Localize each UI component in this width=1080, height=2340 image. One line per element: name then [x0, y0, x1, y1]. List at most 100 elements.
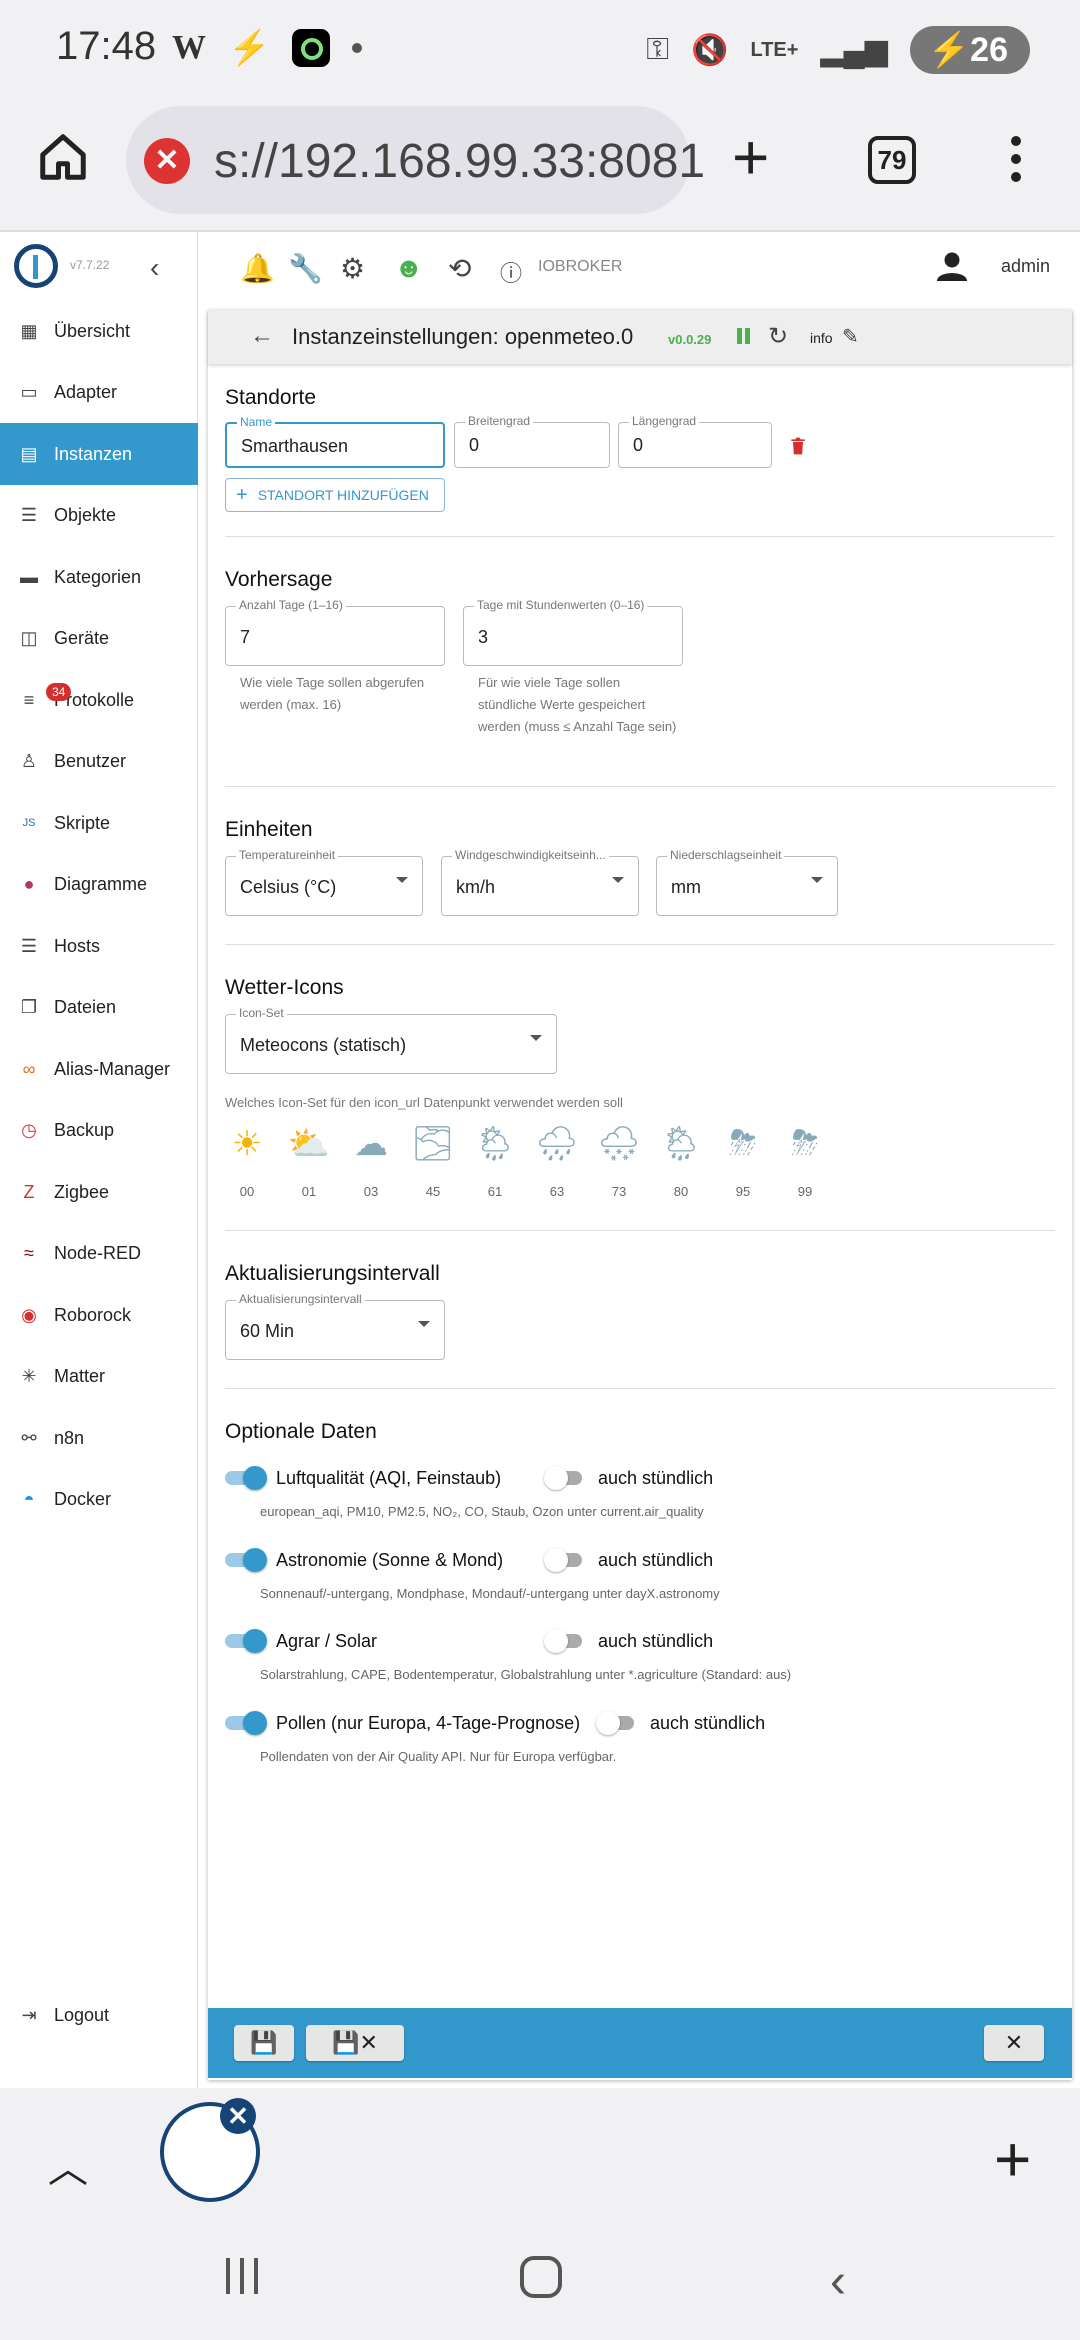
pause-icon[interactable]	[736, 328, 752, 346]
sidebar-item-benutzer[interactable]: ♙ Benutzer	[0, 731, 198, 793]
enable-toggle[interactable]	[225, 1629, 267, 1653]
delete-location-icon[interactable]	[788, 434, 808, 458]
precipitation-unit-select[interactable]: Niederschlagseinheit mm	[656, 848, 838, 916]
sidebar-item-hosts[interactable]: ☰ Hosts	[0, 915, 198, 977]
sidebar-item-übersicht[interactable]: ▦ Übersicht	[0, 300, 198, 362]
home-nav-icon[interactable]	[520, 2256, 562, 2298]
sidebar-item-instanzen[interactable]: ▤ Instanzen	[0, 423, 198, 485]
latitude-field[interactable]: Breitengrad 0	[454, 414, 610, 468]
hourly-toggle[interactable]	[544, 1629, 586, 1653]
back-arrow-icon[interactable]: ←	[250, 322, 274, 350]
sidebar-item-roborock[interactable]: ◉ Roborock	[0, 1284, 198, 1346]
reload-icon[interactable]: ↻	[768, 322, 788, 351]
wrench-icon[interactable]: 🔧	[288, 252, 323, 285]
info-link[interactable]: info	[810, 330, 833, 346]
section-locations-title: Standorte	[225, 386, 317, 409]
nodered-icon: ≈	[24, 1243, 34, 1263]
add-location-button[interactable]: + STANDORT HINZUFÜGEN	[225, 478, 445, 512]
dropdown-arrow-icon[interactable]	[530, 1035, 542, 1041]
update-interval-label: Aktualisierungsintervall	[236, 1292, 365, 1306]
sidebar-item-backup[interactable]: ◷ Backup	[0, 1100, 198, 1162]
expert-mode-icon[interactable]: ☻	[394, 252, 423, 284]
icon-set-select[interactable]: Icon-Set Meteocons (statisch)	[225, 1006, 557, 1074]
temperature-unit-value[interactable]: Celsius (°C)	[240, 877, 336, 898]
home-icon[interactable]	[36, 130, 90, 184]
edit-icon[interactable]: ✎	[842, 324, 859, 349]
battery-level: 26	[970, 31, 1008, 69]
location-name-value[interactable]: Smarthausen	[241, 436, 348, 457]
chevron-up-icon[interactable]: ︿	[48, 2136, 88, 2194]
icon-set-value[interactable]: Meteocons (statisch)	[240, 1035, 406, 1056]
sidebar-item-diagramme[interactable]: ● Diagramme	[0, 854, 198, 916]
sidebar-item-objekte[interactable]: ☰ Objekte	[0, 485, 198, 547]
mute-icon: 🔇	[691, 33, 729, 67]
back-nav-icon[interactable]: ‹	[830, 2254, 846, 2309]
sidebar-item-adapter[interactable]: ▭ Adapter	[0, 362, 198, 424]
enable-toggle[interactable]	[225, 1466, 267, 1490]
hourly-days-field[interactable]: Tage mit Stundenwerten (0–16) 3	[463, 598, 683, 666]
bell-icon[interactable]: 🔔	[240, 252, 275, 285]
sidebar-item-label: Roborock	[54, 1304, 132, 1325]
longitude-value[interactable]: 0	[633, 435, 643, 456]
precipitation-unit-value[interactable]: mm	[671, 877, 701, 898]
app-version: v7.7.22	[70, 258, 110, 272]
temperature-unit-select[interactable]: Temperatureinheit Celsius (°C)	[225, 848, 423, 916]
dropdown-arrow-icon[interactable]	[811, 877, 823, 883]
sidebar-item-alias-manager[interactable]: ∞ Alias-Manager	[0, 1038, 198, 1100]
close-tab-icon[interactable]: ✕	[220, 2098, 256, 2134]
weather-code-61-icon: 🌦	[473, 1125, 517, 1163]
sidebar-item-matter[interactable]: ✳ Matter	[0, 1346, 198, 1408]
save-and-close-button[interactable]: 💾✕	[306, 2025, 404, 2061]
forecast-days-value[interactable]: 7	[240, 627, 250, 648]
new-tab-button[interactable]: +	[732, 122, 769, 192]
dropdown-arrow-icon[interactable]	[612, 877, 624, 883]
weather-code-label: 00	[239, 1184, 255, 1199]
address-bar[interactable]: ✕ s://192.168.99.33:8081	[126, 106, 705, 214]
update-interval-value[interactable]: 60 Min	[240, 1321, 294, 1342]
hourly-days-value[interactable]: 3	[478, 627, 488, 648]
sidebar-item-protokolle[interactable]: ≡ 34 Protokolle	[0, 669, 198, 731]
tab-switcher-button[interactable]: 79	[868, 136, 916, 184]
iobroker-logo[interactable]	[14, 244, 58, 288]
location-name-field[interactable]: Name Smarthausen	[225, 415, 445, 468]
new-tab-icon[interactable]: +	[994, 2122, 1031, 2196]
sidebar-item-docker[interactable]: ◓ Docker	[0, 1469, 198, 1531]
recents-icon[interactable]	[222, 2256, 262, 2296]
user-icon[interactable]	[934, 248, 970, 284]
dropdown-arrow-icon[interactable]	[396, 877, 408, 883]
insecure-connection-icon[interactable]: ✕	[144, 138, 190, 184]
icon-set-label: Icon-Set	[236, 1006, 287, 1020]
save-button[interactable]: 💾	[234, 2025, 294, 2061]
sidebar-item-kategorien[interactable]: ▬ Kategorien	[0, 546, 198, 608]
wind-unit-select[interactable]: Windgeschwindigkeitseinh... km/h	[441, 848, 639, 916]
iobroker-icon[interactable]: ⓘ	[500, 256, 522, 288]
browser-menu-icon[interactable]	[1006, 136, 1026, 188]
sidebar-item-zigbee[interactable]: Z Zigbee	[0, 1161, 198, 1223]
sidebar-item-dateien[interactable]: ❐ Dateien	[0, 977, 198, 1039]
close-button[interactable]: ✕	[984, 2025, 1044, 2061]
longitude-field[interactable]: Längengrad 0	[618, 414, 772, 468]
hourly-toggle[interactable]	[596, 1710, 638, 1735]
sidebar-item-skripte[interactable]: JS Skripte	[0, 792, 198, 854]
sidebar-item-node-red[interactable]: ≈ Node-RED	[0, 1223, 198, 1285]
wind-unit-value[interactable]: km/h	[456, 877, 495, 898]
host-label[interactable]: IOBROKER	[538, 258, 622, 276]
sidebar-item-n8n[interactable]: ⚯ n8n	[0, 1407, 198, 1469]
latitude-label: Breitengrad	[465, 414, 534, 428]
hourly-toggle[interactable]	[544, 1547, 586, 1572]
update-interval-select[interactable]: Aktualisierungsintervall 60 Min	[225, 1292, 445, 1360]
enable-toggle[interactable]	[225, 1547, 267, 1572]
dropdown-arrow-icon[interactable]	[418, 1321, 430, 1327]
collapse-sidebar-icon[interactable]: ‹	[150, 252, 159, 284]
url-text[interactable]: s://192.168.99.33:8081	[214, 134, 705, 189]
sidebar-item-geräte[interactable]: ◫ Geräte	[0, 608, 198, 670]
user-name[interactable]: admin	[1001, 256, 1050, 277]
enable-toggle[interactable]	[225, 1710, 267, 1735]
latitude-value[interactable]: 0	[469, 435, 479, 456]
sidebar-item-label: Skripte	[54, 812, 111, 833]
logout-button[interactable]: ⇥ Logout	[0, 1984, 198, 2046]
hourly-toggle[interactable]	[544, 1466, 586, 1490]
sync-disabled-icon[interactable]: ⟲	[448, 252, 471, 285]
gear-icon[interactable]: ⚙	[340, 252, 365, 285]
forecast-days-field[interactable]: Anzahl Tage (1–16) 7	[225, 598, 445, 666]
